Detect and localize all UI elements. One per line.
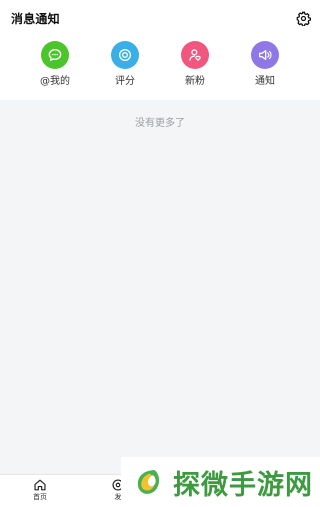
megaphone-icon	[251, 41, 279, 69]
category-notice[interactable]: 通知	[225, 41, 305, 93]
header-bar: 消息通知	[0, 0, 320, 36]
settings-button[interactable]	[294, 9, 312, 27]
category-new-fans[interactable]: 新粉	[155, 41, 235, 93]
category-label: 新粉	[185, 76, 205, 87]
tab-label: 首页	[33, 493, 47, 501]
message-categories: @我的 评分 新粉 通知	[0, 36, 320, 100]
category-label: 通知	[255, 76, 275, 87]
category-label: 评分	[115, 76, 135, 87]
watermark-text: 探微手游网	[173, 469, 313, 501]
chat-bubble-icon	[41, 41, 69, 69]
category-at-me[interactable]: @我的	[15, 41, 95, 93]
watermark-overlay: 探微手游网	[121, 457, 320, 507]
user-heart-icon	[181, 41, 209, 69]
category-label: @我的	[40, 76, 70, 87]
gear-icon	[296, 11, 311, 26]
message-list[interactable]: 没有更多了	[0, 100, 320, 474]
category-rating[interactable]: 评分	[85, 41, 165, 93]
target-icon	[111, 41, 139, 69]
page-title: 消息通知	[11, 12, 60, 26]
leaf-logo-icon	[137, 470, 160, 494]
home-icon	[34, 479, 46, 491]
tab-home[interactable]: 首页	[20, 478, 60, 506]
empty-state-text: 没有更多了	[135, 118, 185, 129]
